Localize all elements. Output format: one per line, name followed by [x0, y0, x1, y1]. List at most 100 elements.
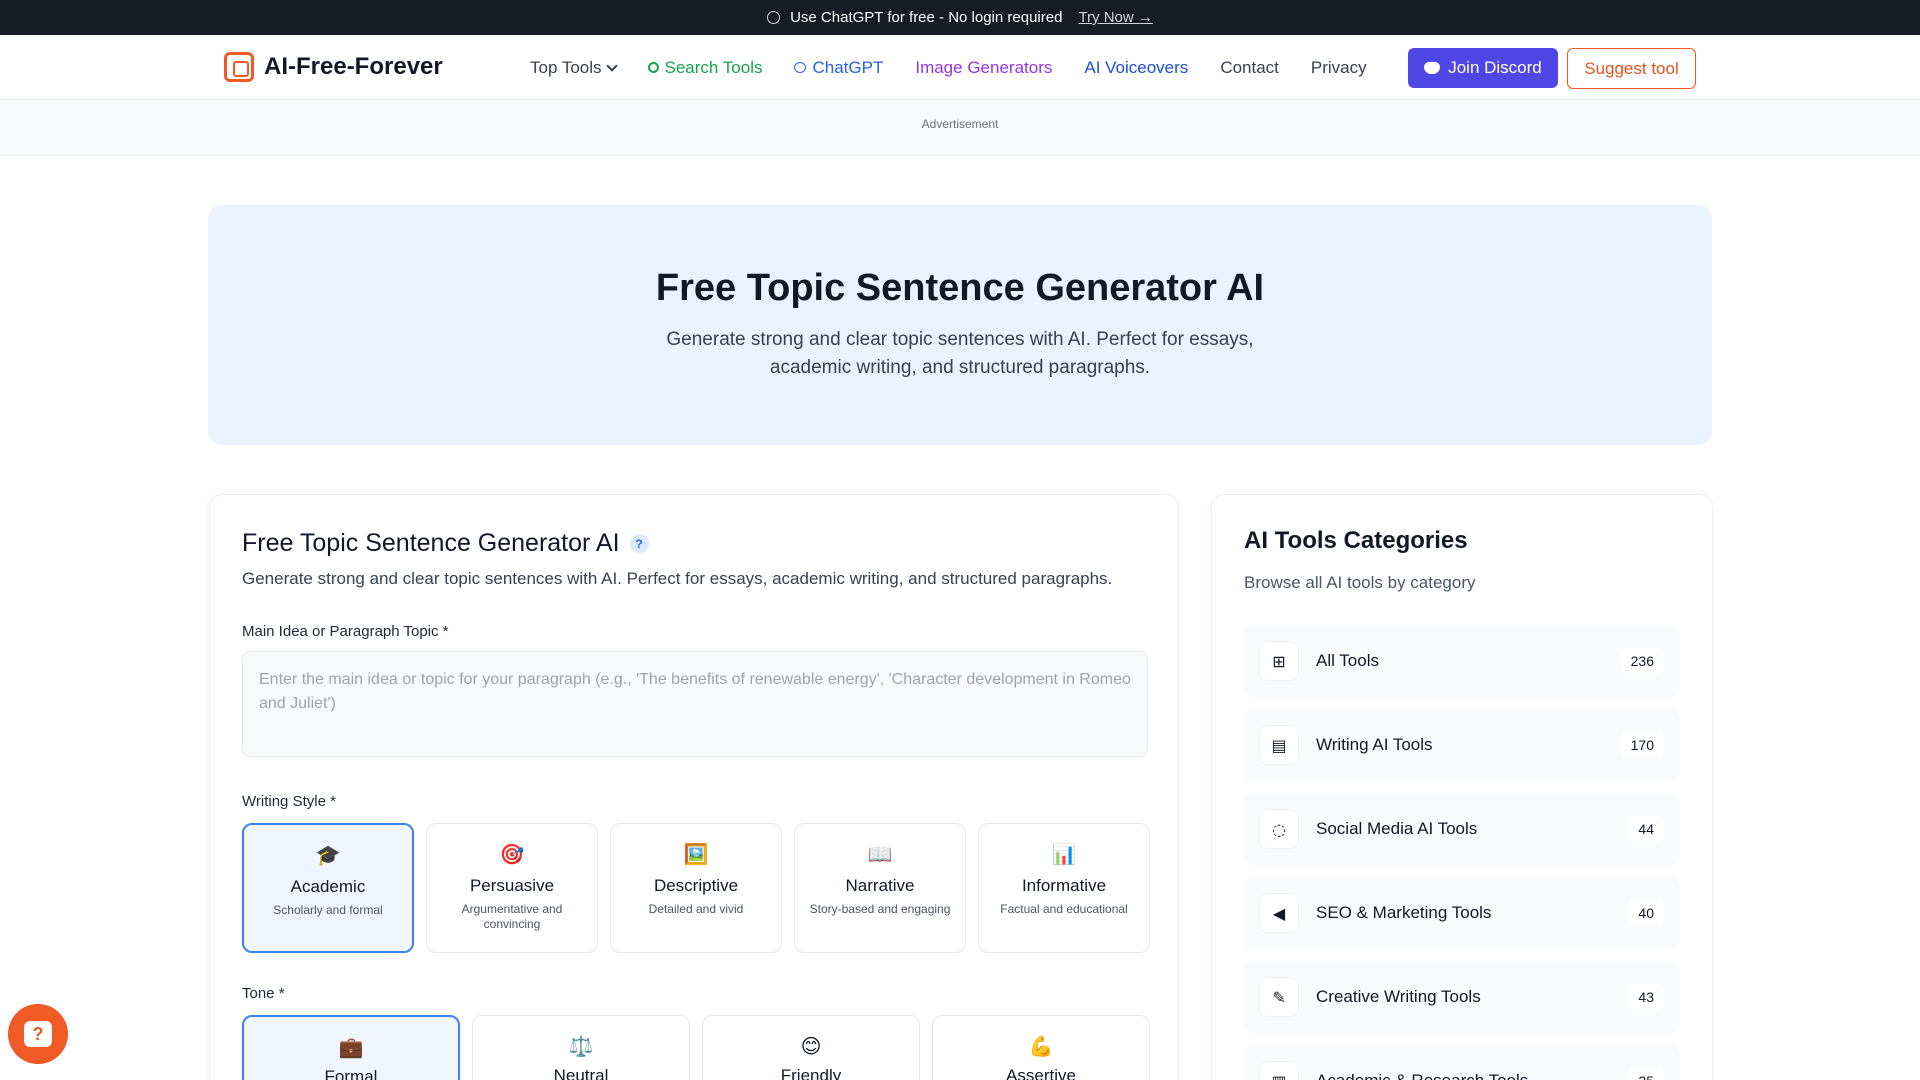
join-discord-label: Join Discord — [1448, 58, 1542, 77]
chat-bubble-icon — [767, 11, 781, 24]
tone-label: Tone * — [242, 985, 285, 1002]
advertisement-slot: Advertisement — [0, 100, 1920, 156]
scales-icon: ⚖️ — [568, 1034, 594, 1058]
try-now-link[interactable]: Try Now → — [1078, 9, 1152, 26]
tone-option-title: Friendly — [780, 1066, 842, 1080]
style-option-narrative[interactable]: 📖 Narrative Story-based and engaging — [794, 823, 966, 953]
chat-icon — [794, 62, 807, 73]
style-option-subtitle: Argumentative and convincing — [461, 902, 563, 931]
tone-option-neutral[interactable]: ⚖️ Neutral — [472, 1015, 690, 1080]
categories-sidebar: AI Tools Categories Browse all AI tools … — [1211, 494, 1713, 1080]
category-count-badge: 44 — [1628, 816, 1664, 842]
book-icon: 📖 — [867, 842, 893, 866]
graduation-cap-icon: 🎓 — [315, 843, 341, 867]
tone-option-title: Neutral — [553, 1066, 609, 1080]
category-count-badge: 40 — [1628, 900, 1664, 926]
search-icon — [647, 62, 659, 73]
promo-text: Use ChatGPT for free - No login required — [790, 9, 1063, 26]
writing-style-label: Writing Style * — [242, 793, 336, 810]
nav-image-generators[interactable]: Image Generators — [915, 58, 1052, 78]
style-option-title: Narrative — [845, 876, 915, 895]
bar-chart-icon: 📊 — [1051, 842, 1077, 866]
category-name: Writing AI Tools — [1316, 735, 1433, 754]
suggest-tool-button[interactable]: Suggest tool — [1567, 48, 1696, 89]
nav-chatgpt[interactable]: ChatGPT — [794, 58, 883, 78]
style-option-title: Descriptive — [653, 876, 739, 895]
join-discord-button[interactable]: Join Discord — [1408, 48, 1558, 88]
megaphone-icon: ◀ — [1260, 894, 1298, 932]
topic-label: Main Idea or Paragraph Topic * — [242, 623, 449, 640]
category-list: ⊞ All Tools 236 ▤ Writing AI Tools 170 ◌… — [1244, 625, 1680, 1080]
generator-form-card: Free Topic Sentence Generator AI ? Gener… — [209, 494, 1179, 1080]
briefcase-icon: 💼 — [338, 1035, 364, 1059]
style-option-academic[interactable]: 🎓 Academic Scholarly and formal — [242, 823, 414, 953]
style-option-descriptive[interactable]: 🖼️ Descriptive Detailed and vivid — [610, 823, 782, 953]
category-academic-research-tools[interactable]: ▥ Academic & Research Tools 25 — [1244, 1045, 1680, 1080]
tone-option-formal[interactable]: 💼 Formal — [242, 1015, 460, 1080]
pencil-icon: ✎ — [1260, 978, 1298, 1016]
nav-search-tools[interactable]: Search Tools — [647, 57, 763, 78]
page-subtitle: Generate strong and clear topic sentence… — [666, 329, 1254, 378]
sidebar-title: AI Tools Categories — [1244, 527, 1468, 554]
chevron-down-icon — [605, 59, 618, 72]
style-option-title: Academic — [290, 877, 366, 896]
topic-input[interactable]: Enter the main idea or topic for your pa… — [242, 651, 1148, 757]
category-name: Academic & Research Tools — [1316, 1071, 1628, 1080]
category-name: Creative Writing Tools — [1316, 987, 1481, 1006]
category-count-badge: 170 — [1620, 732, 1664, 758]
nav-top-tools-label: Top Tools — [530, 57, 602, 77]
category-social-media-ai-tools[interactable]: ◌ Social Media AI Tools 44 — [1244, 793, 1680, 865]
grid-icon: ⊞ — [1260, 642, 1298, 680]
document-icon: ▤ — [1260, 726, 1298, 764]
style-option-persuasive[interactable]: 🎯 Persuasive Argumentative and convincin… — [426, 823, 598, 953]
category-name: All Tools — [1316, 651, 1379, 670]
hero-section: Free Topic Sentence Generator AI Generat… — [208, 205, 1712, 445]
form-description: Generate strong and clear topic sentence… — [242, 569, 1113, 588]
advertisement-label: Advertisement — [921, 117, 999, 131]
writing-style-options: 🎓 Academic Scholarly and formal 🎯 Persua… — [242, 823, 1150, 953]
nav-search-tools-label: Search Tools — [664, 57, 763, 77]
category-writing-ai-tools[interactable]: ▤ Writing AI Tools 170 — [1244, 709, 1680, 781]
category-name: SEO & Marketing Tools — [1316, 903, 1492, 922]
smile-icon: 😊 — [800, 1034, 822, 1058]
category-creative-writing-tools[interactable]: ✎ Creative Writing Tools 43 — [1244, 961, 1680, 1033]
flexed-arm-icon: 💪 — [1028, 1034, 1054, 1058]
category-count-badge: 43 — [1628, 984, 1664, 1010]
picture-icon: 🖼️ — [683, 842, 709, 866]
question-icon: ? — [24, 1021, 52, 1047]
nav-privacy[interactable]: Privacy — [1311, 58, 1367, 78]
promo-banner: Use ChatGPT for free - No login required… — [0, 0, 1920, 35]
tone-option-title: Formal — [324, 1067, 378, 1080]
site-header: AI-Free-Forever Top Tools Search Tools C… — [0, 35, 1920, 100]
book-icon: ▥ — [1260, 1062, 1298, 1080]
style-option-informative[interactable]: 📊 Informative Factual and educational — [978, 823, 1150, 953]
chat-icon: ◌ — [1260, 810, 1298, 848]
form-title: Free Topic Sentence Generator AI — [242, 529, 620, 557]
sidebar-subtitle: Browse all AI tools by category — [1244, 573, 1476, 592]
page-title: Free Topic Sentence Generator AI — [655, 267, 1265, 309]
main-nav: Top Tools Search Tools ChatGPT Image Gen… — [530, 35, 1367, 100]
nav-contact[interactable]: Contact — [1220, 58, 1279, 78]
tone-option-title: Assertive — [1006, 1066, 1076, 1080]
style-option-title: Persuasive — [469, 876, 555, 895]
style-option-subtitle: Story-based and engaging — [809, 902, 951, 916]
logo-text: AI-Free-Forever — [264, 53, 443, 80]
discord-icon — [1424, 62, 1441, 74]
tone-option-friendly[interactable]: 😊 Friendly — [702, 1015, 920, 1080]
target-icon: 🎯 — [499, 842, 525, 866]
nav-ai-voiceovers[interactable]: AI Voiceovers — [1084, 58, 1188, 78]
logo-icon — [224, 52, 254, 82]
tone-options: 💼 Formal ⚖️ Neutral 😊 Friendly 💪 Asserti… — [242, 1015, 1150, 1080]
category-name: Social Media AI Tools — [1316, 819, 1478, 838]
form-title-row: Free Topic Sentence Generator AI ? — [242, 529, 649, 558]
category-all-tools[interactable]: ⊞ All Tools 236 — [1244, 625, 1680, 697]
help-icon[interactable]: ? — [629, 534, 649, 553]
site-logo[interactable]: AI-Free-Forever — [224, 52, 443, 82]
category-seo-marketing-tools[interactable]: ◀ SEO & Marketing Tools 40 — [1244, 877, 1680, 949]
nav-top-tools[interactable]: Top Tools — [530, 57, 618, 78]
style-option-subtitle: Detailed and vivid — [648, 902, 744, 916]
category-count-badge: 25 — [1628, 1068, 1664, 1080]
tone-option-assertive[interactable]: 💪 Assertive — [932, 1015, 1150, 1080]
help-chat-button[interactable]: ? — [8, 1004, 68, 1064]
style-option-subtitle: Factual and educational — [1000, 902, 1128, 916]
